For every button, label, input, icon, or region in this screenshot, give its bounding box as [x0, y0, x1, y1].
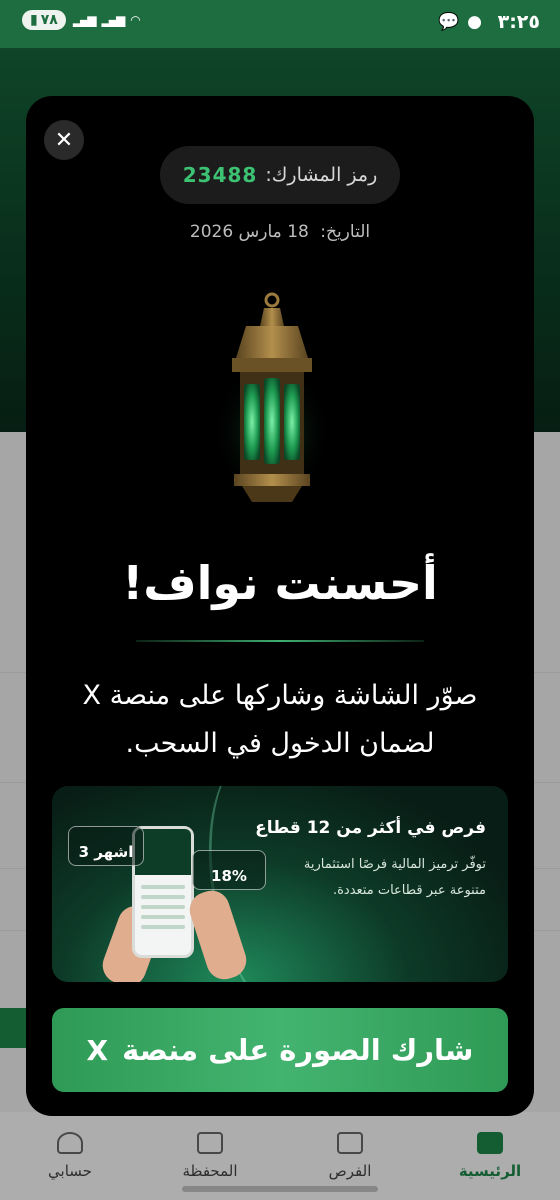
date-label: التاريخ: [320, 222, 371, 242]
battery-indicator: ▮ ٧٨ [22, 10, 66, 30]
status-bar: ▮ ٧٨ ▂▄▆ ▂▄▆ ◠ 💬 ● ٣:٢٥ [0, 0, 560, 48]
phone-screen-row [141, 915, 185, 919]
participant-code-pill: رمز المشارك: 23488 [160, 146, 400, 204]
phone-screen-row [141, 895, 185, 899]
congrats-heading: أحسنت نواف! [122, 556, 438, 610]
heading-divider [136, 640, 424, 642]
share-instruction-text: صوّر الشاشة وشاركها على منصة X لضمان الد… [82, 680, 478, 759]
status-time: ٣:٢٥ [497, 11, 540, 33]
participant-code-value: 23488 [182, 163, 258, 187]
share-button-label: شارك الصورة على منصة [122, 1033, 474, 1067]
date-value: 18 مارس 2026 [189, 222, 309, 242]
promo-text: توفّر ترميز المالية فرصًا استثمارية متنو… [303, 857, 486, 898]
battery-icon: ▮ [30, 12, 38, 28]
promo-title: فرص في أكثر من 12 قطاع [255, 818, 486, 838]
status-left-icons: ▮ ٧٨ ▂▄▆ ▂▄▆ ◠ [22, 10, 141, 30]
x-logo-icon: X [86, 1033, 109, 1067]
promo-stat-return: 18% [192, 850, 266, 890]
date-line: التاريخ: 18 مارس 2026 [26, 222, 534, 242]
participant-code-label: رمز المشارك: [265, 164, 378, 186]
close-icon: ✕ [54, 127, 74, 153]
promo-stat-duration-value: 3 اشهر [78, 843, 134, 861]
phone-screen-row [141, 925, 185, 929]
signal-icon-2: ▂▄▆ [101, 13, 126, 27]
ramadan-lantern-icon [212, 292, 332, 502]
chat-icon: 💬 [437, 12, 460, 32]
battery-level: ٧٨ [40, 12, 58, 28]
status-right-icons: 💬 ● [438, 12, 482, 32]
promo-stat-return-value: 18% [211, 867, 247, 885]
signal-icon: ▂▄▆ [72, 13, 97, 27]
draw-entry-modal: ✕ رمز المشارك: 23488 التاريخ: 18 مارس 20… [26, 96, 534, 1116]
close-button[interactable]: ✕ [44, 120, 84, 160]
share-on-x-button[interactable]: شارك الصورة على منصة X [52, 1008, 508, 1092]
phone-screen-row [141, 885, 185, 889]
notification-icon: ● [467, 12, 482, 32]
promo-stat-duration: 3 اشهر [68, 826, 144, 866]
wifi-icon: ◠ [130, 13, 141, 27]
phone-screen-row [141, 905, 185, 909]
promo-banner: فرص في أكثر من 12 قطاع توفّر ترميز المال… [52, 786, 508, 982]
